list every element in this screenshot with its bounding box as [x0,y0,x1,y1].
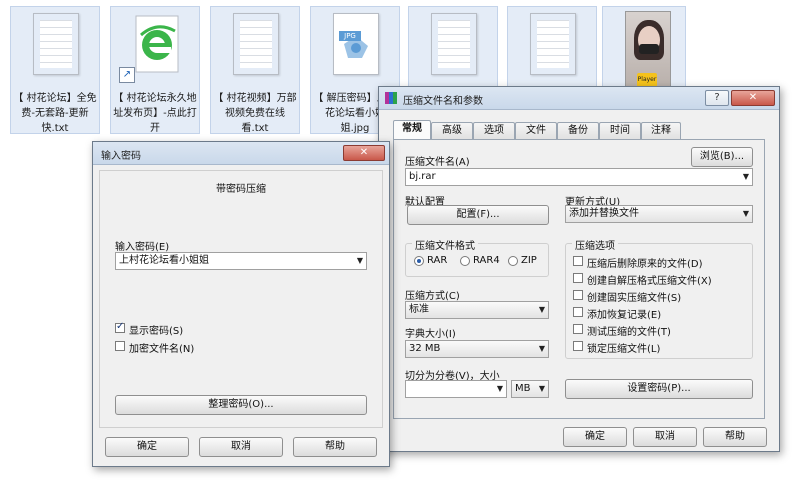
ok-button[interactable]: 确定 [563,427,627,447]
chevron-down-icon: ▼ [538,305,545,314]
text-document-icon [530,13,576,75]
options-group-title: 压缩选项 [572,237,618,252]
archive-dialog: 压缩文件名和参数 ? ✕ 常规 高级 选项 文件 备份 时间 注释 压缩文件名(… [378,86,780,452]
password-value: 上村花论坛看小姐姐 [119,255,209,266]
shortcut-arrow-icon: ↗ [119,67,135,83]
lock-archive-checkbox[interactable] [573,341,583,351]
image-document-icon [333,13,379,75]
file-caption: 【 村花视频】万部视频免费在线看.txt [213,93,297,134]
tab-advanced[interactable]: 高级 [431,122,473,139]
solid-checkbox[interactable] [573,290,583,300]
test-files-checkbox[interactable] [573,324,583,334]
tab-options[interactable]: 选项 [473,122,515,139]
encrypt-filenames-checkbox[interactable] [115,341,125,351]
lock-archive-label: 锁定压缩文件(L) [587,344,661,355]
format-zip-radio[interactable] [508,256,518,266]
solid-label: 创建固实压缩文件(S) [587,293,682,304]
dictionary-value: 32 MB [409,343,441,354]
format-zip-label: ZIP [521,255,537,266]
delete-after-label: 压缩后删除原来的文件(D) [587,259,703,270]
archive-name-value: bj.rar [409,171,436,182]
dictionary-select[interactable]: 32 MB ▼ [405,340,549,358]
tab-time[interactable]: 时间 [599,122,641,139]
sfx-checkbox[interactable] [573,273,583,283]
password-dialog-titlebar[interactable]: 输入密码 ✕ [93,142,389,165]
cancel-button[interactable]: 取消 [199,437,283,457]
archive-name-label: 压缩文件名(A) [405,157,470,168]
password-dialog: 输入密码 ✕ 带密码压缩 输入密码(E) 上村花论坛看小姐姐 ▼ 显示密码(S)… [92,141,390,467]
set-password-button[interactable]: 设置密码(P)... [565,379,753,399]
dictionary-label: 字典大小(I) [405,329,456,340]
file-icon-3[interactable]: 【 村花视频】万部视频免费在线看.txt [210,6,300,134]
archive-options-group: 压缩选项 压缩后删除原来的文件(D) 创建自解压格式压缩文件(X) 创建固实压缩… [565,237,753,359]
method-select[interactable]: 标准 ▼ [405,301,549,319]
close-button[interactable]: ✕ [731,90,775,106]
winrar-icon [385,92,397,104]
chevron-down-icon: ▼ [496,384,503,393]
update-mode-select[interactable]: 添加并替换文件 ▼ [565,205,753,223]
encrypt-filenames-label: 加密文件名(N) [129,344,195,355]
recovery-record-checkbox[interactable] [573,307,583,317]
archive-dialog-title: 压缩文件名和参数 [403,96,483,107]
chevron-down-icon: ▼ [356,256,363,265]
format-group-title: 压缩文件格式 [412,237,478,252]
format-rar-label: RAR [427,255,448,266]
close-button[interactable]: ✕ [343,145,385,161]
show-password-label: 显示密码(S) [129,326,184,337]
split-size-input[interactable]: ▼ [405,380,507,398]
chevron-down-icon: ▼ [742,209,749,218]
ok-button[interactable]: 确定 [105,437,189,457]
archive-dialog-titlebar[interactable]: 压缩文件名和参数 ? ✕ [379,87,779,110]
file-icon-2[interactable]: ↗ 【 村花论坛永久地址发布页】-点此打开 [110,6,200,134]
file-caption: 【 村花论坛】全免费-无套路-更新快.txt [13,93,97,134]
internet-explorer-icon [135,15,179,73]
help-button[interactable]: 帮助 [293,437,377,457]
method-label: 压缩方式(C) [405,291,460,302]
password-dialog-title: 输入密码 [101,151,141,162]
format-group: 压缩文件格式 RAR RAR4 ZIP [405,237,549,277]
format-rar4-radio[interactable] [460,256,470,266]
method-value: 标准 [409,304,429,315]
file-icon-1[interactable]: 【 村花论坛】全免费-无套路-更新快.txt [10,6,100,134]
chevron-down-icon: ▼ [742,172,749,181]
help-button[interactable]: 帮助 [703,427,767,447]
password-label: 输入密码(E) [115,242,170,253]
profiles-button[interactable]: 配置(F)... [407,205,549,225]
password-dialog-heading: 带密码压缩 [216,184,266,195]
help-title-button[interactable]: ? [705,90,729,106]
tab-backup[interactable]: 备份 [557,122,599,139]
recovery-record-label: 添加恢复记录(E) [587,310,662,321]
tab-files[interactable]: 文件 [515,122,557,139]
format-rar4-label: RAR4 [473,255,500,266]
text-document-icon [33,13,79,75]
browse-button[interactable]: 浏览(B)... [691,147,753,167]
text-document-icon [233,13,279,75]
organize-passwords-button[interactable]: 整理密码(O)... [115,395,367,415]
jpg-badge: JPG [339,31,361,41]
password-panel [99,170,383,428]
update-mode-value: 添加并替换文件 [569,208,639,219]
test-files-label: 测试压缩的文件(T) [587,327,671,338]
format-rar-radio[interactable] [414,256,424,266]
file-caption: 【 村花论坛永久地址发布页】-点此打开 [113,93,197,134]
show-password-checkbox[interactable] [115,321,125,333]
tab-general[interactable]: 常规 [393,120,431,140]
delete-after-checkbox[interactable] [573,256,583,266]
password-input[interactable]: 上村花论坛看小姐姐 ▼ [115,252,367,270]
archive-name-input[interactable]: bj.rar ▼ [405,168,753,186]
split-unit-value: MB [515,383,531,394]
sfx-label: 创建自解压格式压缩文件(X) [587,276,712,287]
tab-comment[interactable]: 注释 [641,122,681,139]
chevron-down-icon: ▼ [538,344,545,353]
chevron-down-icon: ▼ [538,384,545,393]
cancel-button[interactable]: 取消 [633,427,697,447]
text-document-icon [431,13,477,75]
split-unit-select[interactable]: MB ▼ [511,380,549,398]
player-badge: Player [637,73,657,87]
